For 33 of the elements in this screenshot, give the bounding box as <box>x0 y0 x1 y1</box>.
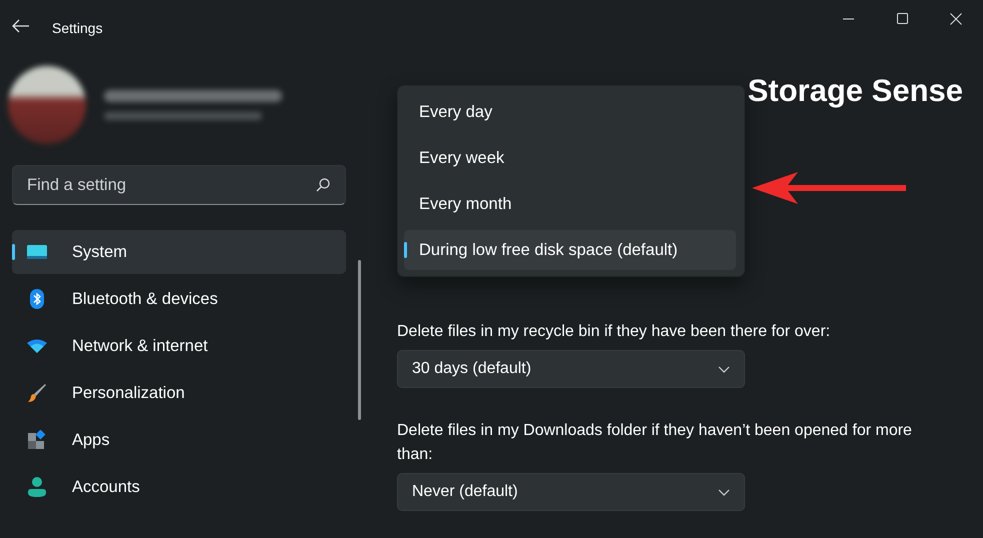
window-title: Settings <box>52 20 103 36</box>
setting-label: Delete files in my recycle bin if they have been there for over: <box>397 322 832 342</box>
chevron-down-icon <box>718 488 730 496</box>
sidebar-item[interactable]: Accounts <box>12 465 346 509</box>
sidebar-item[interactable]: Bluetooth & devices <box>12 277 346 321</box>
menu-option[interactable]: Every day <box>404 92 736 132</box>
close-icon[interactable] <box>950 12 962 24</box>
apps-icon <box>27 430 47 450</box>
minimize-icon[interactable] <box>842 18 854 20</box>
bluetooth-icon <box>30 289 44 309</box>
maximize-icon[interactable] <box>896 13 908 24</box>
search-field[interactable]: Find a setting <box>12 165 346 205</box>
dropdown[interactable]: 30 days (default) <box>397 350 745 388</box>
selection-indicator <box>12 244 15 260</box>
page-title: Storage Sense <box>746 73 964 109</box>
scrollbar[interactable] <box>358 260 361 420</box>
sidebar-item[interactable]: System <box>12 230 346 274</box>
monitor-icon <box>27 244 47 260</box>
wifi-icon <box>27 339 47 353</box>
menu-option[interactable]: Every month <box>404 184 736 224</box>
setting-label: Delete files in my Downloads folder if they haven’t been opened for more than: <box>397 421 913 465</box>
person-icon <box>28 477 46 497</box>
brush-icon <box>27 383 47 403</box>
search-icon <box>316 178 330 192</box>
sidebar-item[interactable]: Apps <box>12 418 346 462</box>
back-arrow-icon[interactable] <box>12 18 30 32</box>
dropdown[interactable]: Never (default) <box>397 473 745 511</box>
selection-indicator <box>404 242 407 258</box>
menu-option[interactable]: Every week <box>404 138 736 178</box>
sidebar-item[interactable]: Personalization <box>12 371 346 415</box>
sidebar-item[interactable]: Network & internet <box>12 324 346 368</box>
chevron-down-icon <box>718 366 730 372</box>
menu-option[interactable]: During low free disk space (default) <box>404 230 736 270</box>
